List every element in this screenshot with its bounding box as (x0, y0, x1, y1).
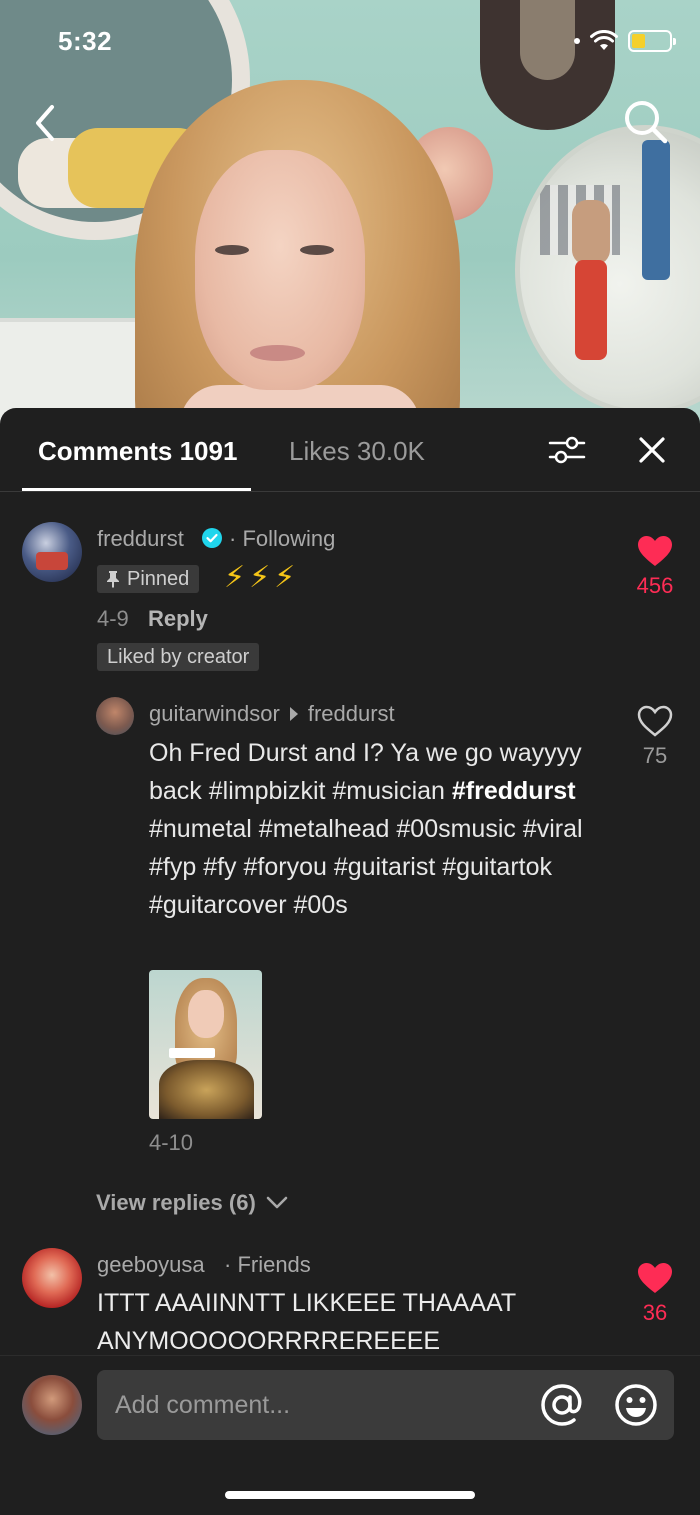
verified-badge-icon (202, 528, 222, 548)
add-comment-input[interactable] (97, 1370, 674, 1440)
pin-icon (107, 571, 119, 588)
video-guitar (480, 0, 615, 130)
current-user-avatar (22, 1375, 82, 1435)
sheet-tabs: Comments 1091 Likes 30.0K (0, 408, 700, 492)
mention-button[interactable] (540, 1383, 584, 1427)
reply-text: Oh Fred Durst and I? Ya we go wayyyy bac… (149, 734, 609, 924)
video-reply-thumbnail[interactable] (149, 970, 262, 1119)
reply-username[interactable]: guitarwindsor (149, 701, 280, 727)
like-count: 36 (642, 1300, 668, 1325)
comment-text: ⚡⚡⚡ (224, 561, 300, 594)
tab-likes[interactable]: Likes 30.0K (289, 436, 425, 467)
video-person-eye-left (215, 245, 249, 255)
smiley-icon (615, 1384, 657, 1426)
comment-date: 4-9 (97, 606, 129, 631)
status-icons (574, 30, 676, 52)
close-icon (639, 437, 665, 463)
wifi-icon (590, 30, 618, 52)
reply-like-count: 75 (642, 743, 668, 768)
search-icon (625, 101, 668, 144)
reply-to-username[interactable]: freddurst (308, 701, 395, 727)
heart-icon (638, 536, 672, 566)
liked-by-creator-badge: Liked by creator (97, 643, 260, 671)
reply-like-button[interactable]: 75 (625, 705, 685, 769)
filter-button[interactable] (548, 434, 586, 466)
chevron-down-icon (266, 1196, 288, 1209)
like-button[interactable]: 36 (625, 1262, 685, 1326)
avatar-guitarwindsor[interactable] (96, 697, 134, 735)
signal-icon (574, 38, 580, 44)
comment-username[interactable]: freddurst (97, 526, 184, 552)
reply-button[interactable]: Reply (148, 606, 208, 632)
reply-arrow-icon (289, 707, 298, 721)
tab-comments[interactable]: Comments 1091 (38, 436, 237, 467)
close-button[interactable] (634, 432, 670, 468)
view-replies-button[interactable]: View replies (6) (96, 1190, 288, 1216)
reply-date: 4-10 (149, 1130, 194, 1155)
battery-level (632, 34, 645, 48)
search-button[interactable] (622, 98, 670, 146)
pinned-label: Pinned (127, 567, 190, 590)
avatar-geeboyusa[interactable] (22, 1248, 82, 1308)
pinned-badge: Pinned (97, 565, 200, 593)
heart-icon (638, 1263, 672, 1293)
comment-text: ITTT AAAIINNTT LIKKEEE THAAAAT ANYMOOOOO… (97, 1289, 516, 1355)
back-button[interactable] (26, 100, 66, 146)
comment-username[interactable]: geeboyusa (97, 1252, 205, 1278)
chevron-left-icon (36, 105, 54, 141)
like-button[interactable]: 456 (625, 535, 685, 599)
video-curtain (642, 140, 670, 280)
home-indicator[interactable] (225, 1491, 475, 1499)
at-sign-icon (541, 1384, 582, 1426)
emoji-button[interactable] (614, 1383, 658, 1427)
active-tab-indicator (22, 488, 251, 491)
sliders-icon (548, 436, 586, 464)
video-background[interactable] (0, 0, 700, 430)
video-person-lips (250, 345, 305, 361)
video-mirror-right (515, 125, 700, 415)
video-person-eye-right (300, 245, 334, 255)
relationship-label: · Friends (224, 1252, 311, 1277)
avatar-freddurst[interactable] (22, 522, 82, 582)
reply-text-highlight[interactable]: #freddurst (452, 777, 576, 805)
reply-header: guitarwindsor freddurst (149, 701, 395, 727)
heart-outline-icon (637, 705, 673, 737)
view-replies-label: View replies (6) (96, 1190, 256, 1215)
relationship-label: · Following (229, 526, 336, 551)
status-time: 5:32 (58, 26, 113, 56)
battery-icon (628, 30, 676, 52)
like-count: 456 (636, 573, 674, 598)
reply-text-part: #numetal #metalhead #00smusic #viral #fy… (149, 815, 583, 919)
